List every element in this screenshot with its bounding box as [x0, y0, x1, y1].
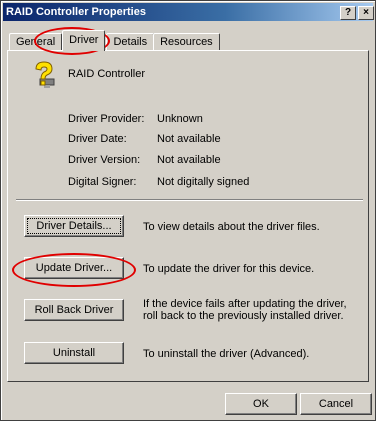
tab-details[interactable]: Details — [106, 33, 155, 51]
unknown-device-icon — [35, 61, 55, 88]
roll-back-driver-description: If the device fails after updating the d… — [143, 298, 347, 322]
device-name: RAID Controller — [68, 68, 146, 80]
driver-date-value: Not available — [157, 133, 221, 145]
driver-date-label: Driver Date: — [68, 133, 127, 145]
tab-driver[interactable]: Driver — [62, 30, 106, 51]
uninstall-description: To uninstall the driver (Advanced). — [143, 348, 310, 360]
close-button[interactable]: × — [358, 6, 374, 20]
driver-version-label: Driver Version: — [68, 154, 141, 166]
tab-strip: General Driver Details Resources — [9, 30, 220, 51]
roll-back-driver-button[interactable]: Roll Back Driver — [24, 299, 124, 321]
cancel-button[interactable]: Cancel — [300, 393, 372, 415]
tab-general[interactable]: General — [9, 33, 63, 51]
help-button[interactable]: ? — [340, 6, 356, 20]
divider — [16, 199, 363, 201]
driver-provider-label: Driver Provider: — [68, 113, 145, 125]
ok-button[interactable]: OK — [225, 393, 297, 415]
driver-provider-value: Unknown — [157, 113, 203, 125]
window-title: RAID Controller Properties — [6, 6, 146, 18]
update-driver-description: To update the driver for this device. — [143, 263, 315, 275]
update-driver-button[interactable]: Update Driver... — [24, 257, 124, 279]
properties-dialog: RAID Controller Properties ? × General D… — [0, 0, 376, 421]
uninstall-button[interactable]: Uninstall — [24, 342, 124, 364]
driver-details-button[interactable]: Driver Details... — [24, 215, 124, 237]
digital-signer-label: Digital Signer: — [68, 176, 137, 188]
driver-details-description: To view details about the driver files. — [143, 221, 320, 233]
driver-version-value: Not available — [157, 154, 221, 166]
tab-resources[interactable]: Resources — [153, 33, 220, 51]
title-bar[interactable]: RAID Controller Properties ? × — [3, 3, 374, 21]
digital-signer-value: Not digitally signed — [157, 176, 250, 188]
